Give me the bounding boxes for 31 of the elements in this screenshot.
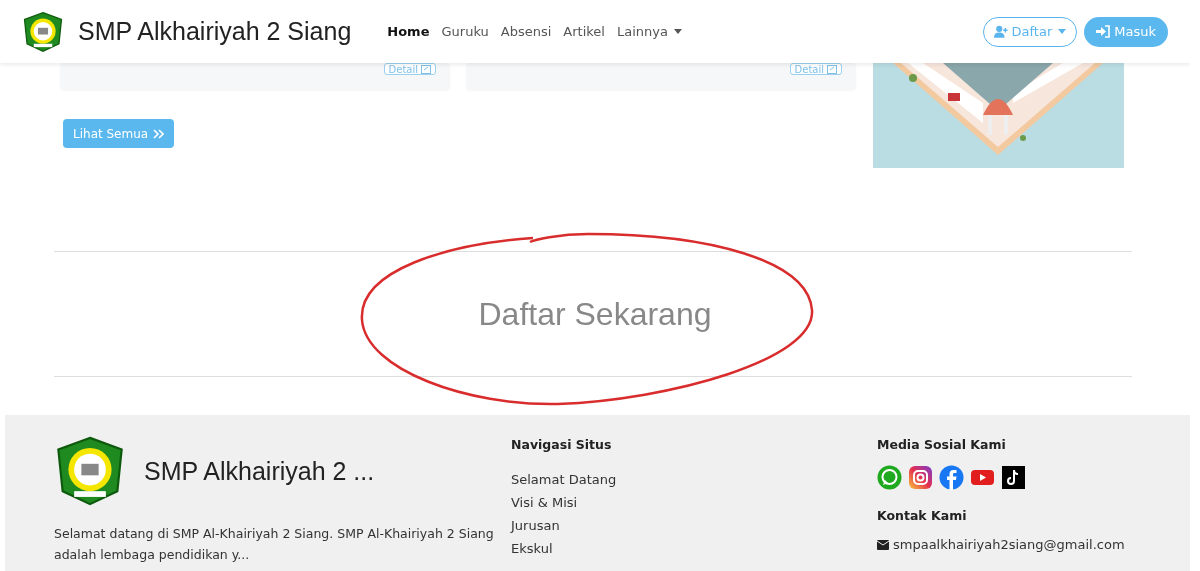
- email-address: smpaalkhairiyah2siang@gmail.com: [893, 537, 1125, 552]
- footer-link[interactable]: Ekskul: [511, 541, 877, 556]
- caret-icon: [1058, 29, 1067, 34]
- school-logo: [54, 435, 126, 507]
- footer-link[interactable]: Selamat Datang: [511, 472, 877, 487]
- footer-brand: SMP Alkhairiyah 2 ...: [144, 456, 375, 486]
- external-link-icon: [421, 64, 431, 74]
- instagram-icon[interactable]: [908, 465, 933, 490]
- section-heading: Kontak Kami: [877, 508, 968, 523]
- facebook-icon[interactable]: [939, 465, 964, 490]
- brand-name[interactable]: SMP Alkhairiyah 2 Siang: [78, 17, 352, 46]
- section-heading: Navigasi Situs: [511, 437, 613, 452]
- envelope-icon: [877, 539, 889, 550]
- nav-link[interactable]: Absensi: [500, 24, 552, 39]
- caret-icon: [673, 29, 682, 34]
- section-heading: Media Sosial Kami: [877, 437, 1007, 452]
- double-chevron-icon: [153, 128, 165, 139]
- footer-link[interactable]: Jurusan: [511, 518, 877, 533]
- nav-link[interactable]: Home: [387, 24, 430, 39]
- nav-link[interactable]: Guruku: [441, 24, 489, 39]
- sign-in-icon: [1096, 25, 1111, 38]
- tiktok-icon[interactable]: [1001, 465, 1026, 490]
- cta-heading: Daftar Sekarang: [478, 295, 712, 333]
- external-link-icon: [827, 64, 837, 74]
- dropdown-menu[interactable]: Lainnya: [616, 24, 682, 39]
- footer-description: Selamat datang di SMP Al-Khairiyah 2 Siang. SMP Al-Khairiyah 2 Siang adalah lembaga pendidikan y...: [54, 525, 495, 564]
- footer-link[interactable]: Visi & Misi: [511, 495, 877, 510]
- nav-link[interactable]: Artikel: [563, 24, 605, 39]
- whatsapp-icon[interactable]: [877, 465, 902, 490]
- school-logo: [22, 10, 64, 53]
- add-user-icon: [993, 25, 1008, 38]
